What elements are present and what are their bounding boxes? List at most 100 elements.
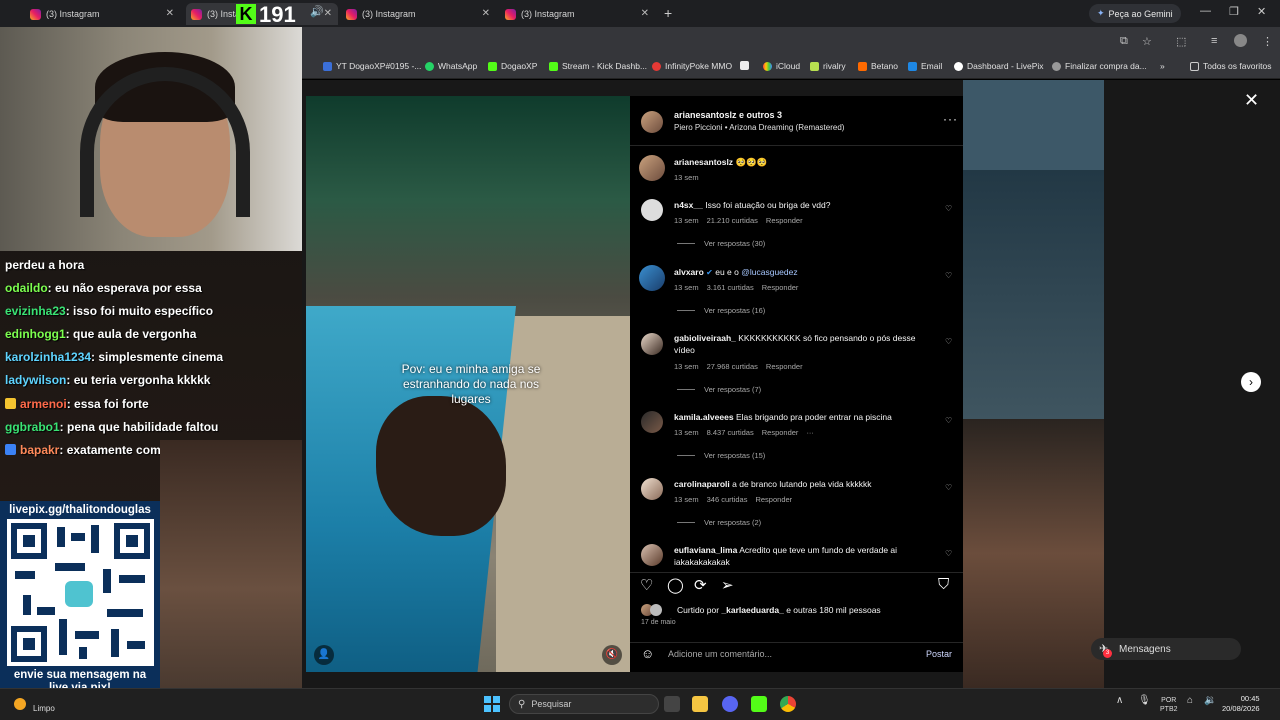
gemini-button[interactable]: ✦ Peça ao Gemini (1089, 4, 1181, 23)
next-post-button[interactable]: › (1241, 372, 1261, 392)
tab-instagram-3[interactable]: (3) Instagram ✕ (346, 3, 496, 25)
bookmark-betano[interactable]: Betano (858, 61, 898, 71)
discord-icon[interactable] (722, 696, 738, 712)
reply-button[interactable]: Responder (766, 216, 803, 225)
close-tab-icon[interactable]: ✕ (641, 8, 649, 19)
comment-options-icon[interactable]: ··· (806, 428, 814, 437)
view-replies-button[interactable]: Ver respostas (30) (677, 239, 765, 248)
folder-icon (1190, 61, 1199, 71)
taskbar-search[interactable]: ⚲ Pesquisar (509, 694, 659, 714)
bookmark-icloud[interactable]: iCloud (763, 61, 800, 71)
commenter-avatar[interactable] (641, 478, 663, 500)
maximize-button[interactable]: ❐ (1229, 5, 1239, 18)
instagram-icon (30, 8, 41, 20)
minimize-button[interactable]: — (1200, 5, 1211, 17)
comment-icon[interactable]: ◯ (667, 576, 684, 594)
chat-message: odaildo: eu não esperava por essa (5, 281, 202, 295)
like-comment-icon[interactable]: ♡ (945, 416, 952, 425)
post-song[interactable]: Piero Piccioni • Arizona Dreaming (Remas… (674, 123, 844, 132)
save-icon[interactable]: ⛉ (938, 576, 949, 593)
tagged-user-icon[interactable]: 👤 (314, 645, 334, 665)
comment-input[interactable] (668, 649, 908, 659)
bookmark-infinitypoke[interactable]: InfinityPoke MMO (652, 61, 732, 71)
bookmark-dogaoxp[interactable]: DogaoXP (488, 61, 537, 71)
task-view-icon[interactable] (664, 696, 680, 712)
playlist-icon[interactable]: ≡ (1211, 35, 1217, 47)
liked-by[interactable]: Curtido por _karlaeduarda_ e outras 180 … (677, 605, 881, 615)
like-comment-icon[interactable]: ♡ (945, 549, 952, 558)
kick-app-icon[interactable] (751, 696, 767, 712)
weather-label[interactable]: Limpo (33, 704, 55, 713)
chat-message: ladywilson: eu teria vergonha kkkkk (5, 373, 211, 387)
bookmark-all-favorites[interactable]: Todos os favoritos (1190, 61, 1272, 71)
close-window-button[interactable]: ✕ (1257, 5, 1266, 18)
microphone-icon[interactable]: 🎙 (1138, 696, 1151, 706)
caption-avatar[interactable] (639, 155, 665, 181)
file-explorer-icon[interactable] (692, 696, 708, 712)
more-options-icon[interactable]: ··· (943, 112, 958, 126)
share-icon[interactable]: ➢ (721, 576, 734, 594)
reply-button[interactable]: Responder (762, 428, 799, 437)
view-replies-button[interactable]: Ver respostas (2) (677, 518, 761, 527)
post-author-avatar[interactable] (641, 111, 663, 133)
like-comment-icon[interactable]: ♡ (945, 204, 952, 213)
cast-icon[interactable]: ⧉ (1120, 35, 1128, 48)
bookmark-finalizar[interactable]: Finalizar compra da... (1052, 61, 1147, 71)
emoji-icon[interactable]: ☺ (641, 646, 654, 661)
volume-icon[interactable]: 🔉 (1204, 696, 1216, 706)
close-tab-icon[interactable]: ✕ (166, 8, 174, 19)
like-comment-icon[interactable]: ♡ (945, 271, 952, 280)
profile-avatar[interactable] (1234, 34, 1247, 47)
bookmarks-overflow-icon[interactable]: » (1160, 61, 1165, 71)
betano-icon (858, 61, 867, 71)
commenter-avatar[interactable] (641, 333, 663, 355)
mute-icon[interactable]: 🔇 (602, 645, 622, 665)
extensions-icon[interactable]: ⬚ (1176, 35, 1186, 48)
tab-instagram-4[interactable]: (3) Instagram ✕ (505, 3, 655, 25)
post-video[interactable]: Pov: eu e minha amiga se estranhando do … (306, 96, 630, 672)
chrome-icon[interactable] (780, 696, 796, 712)
bookmark-x[interactable] (740, 61, 753, 70)
like-comment-icon[interactable]: ♡ (945, 337, 952, 346)
start-button[interactable] (484, 696, 500, 712)
webcam-feed (0, 27, 302, 251)
view-replies-button[interactable]: Ver respostas (7) (677, 385, 761, 394)
close-tab-icon[interactable]: ✕ (482, 8, 490, 19)
weather-icon[interactable] (14, 698, 26, 710)
audio-icon[interactable]: 🔊 (310, 5, 324, 18)
like-icon[interactable]: ♡ (640, 576, 653, 594)
bookmark-star-icon[interactable]: ☆ (1142, 35, 1152, 48)
messages-button[interactable]: ✈ 3 Mensagens (1091, 638, 1241, 660)
tab-instagram-1[interactable]: (3) Instagram ✕ (30, 3, 180, 25)
reply-button[interactable]: Responder (755, 495, 792, 504)
view-replies-button[interactable]: Ver respostas (15) (677, 451, 765, 460)
commenter-avatar[interactable] (641, 544, 663, 566)
bookmark-email[interactable]: Email (908, 61, 942, 71)
post-comment-button[interactable]: Postar (926, 649, 952, 659)
bookmark-whatsapp[interactable]: WhatsApp (425, 61, 477, 71)
new-tab-button[interactable]: + (664, 5, 672, 21)
network-icon[interactable]: ⌂ (1187, 696, 1193, 706)
repost-icon[interactable]: ⟳ (694, 576, 707, 594)
viewer-count: 191 (259, 2, 296, 27)
taskbar-clock[interactable]: 00:45 20/08/2026 (1222, 694, 1260, 714)
tray-overflow-icon[interactable]: ∧ (1116, 696, 1123, 706)
comment-meta: 13 sem 21.210 curtidas Responder (674, 216, 803, 225)
commenter-avatar[interactable] (639, 265, 665, 291)
menu-icon[interactable]: ⋮ (1262, 35, 1273, 48)
close-tab-icon[interactable]: ✕ (324, 8, 332, 19)
bookmark-kick-dashboard[interactable]: Stream - Kick Dashb... (549, 61, 647, 71)
close-modal-icon[interactable]: ✕ (1244, 90, 1259, 111)
like-comment-icon[interactable]: ♡ (945, 483, 952, 492)
commenter-avatar[interactable] (641, 411, 663, 433)
bookmark-rivalry[interactable]: rivalry (810, 61, 846, 71)
commenter-avatar[interactable] (641, 199, 663, 221)
view-replies-button[interactable]: Ver respostas (16) (677, 306, 765, 315)
reply-button[interactable]: Responder (766, 362, 803, 371)
post-author-username[interactable]: arianesantoslz e outros 3 (674, 110, 782, 120)
bookmark-yt[interactable]: YT DogaoXP#0195 -... (323, 61, 421, 71)
bookmark-livepix[interactable]: Dashboard - LivePix (954, 61, 1044, 71)
mention-link[interactable]: @lucasguedez (741, 267, 797, 277)
language-indicator[interactable]: POR PTB2 (1160, 696, 1178, 714)
reply-button[interactable]: Responder (762, 283, 799, 292)
